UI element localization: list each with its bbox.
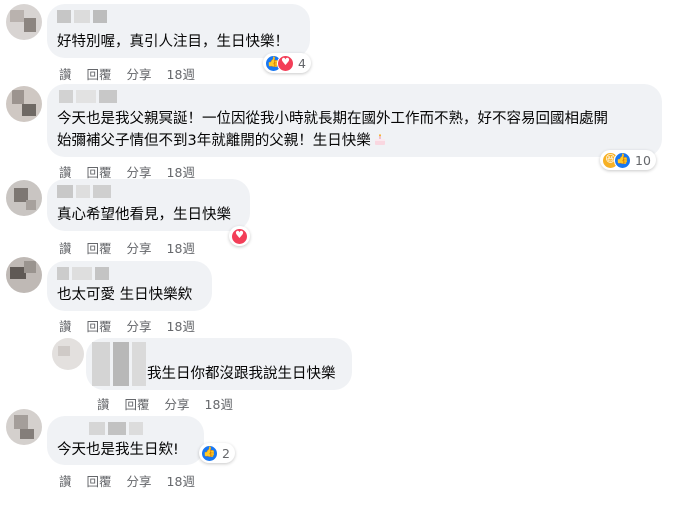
comment-bubble: 今天也是我生日欸! — [47, 416, 204, 465]
avatar-pixel — [20, 429, 34, 439]
like-button[interactable]: 讚 — [59, 238, 72, 257]
avatar[interactable] — [6, 409, 42, 445]
like-button[interactable]: 讚 — [97, 394, 110, 413]
comment-text-line: 始彌補父子情但不到3年就離開的父親！生日快樂 — [57, 133, 371, 149]
comment-text: 好特別喔，真引人注目，生日快樂！ — [57, 34, 289, 50]
reply-button[interactable]: 回覆 — [87, 471, 112, 490]
reply-button[interactable]: 回覆 — [87, 64, 112, 83]
heart-icon: ♥ — [277, 54, 294, 72]
comment-bubble: 真心希望他看見，生日快樂 — [47, 179, 250, 231]
blurred-author-name[interactable] — [92, 342, 148, 386]
blurred-author-name[interactable] — [57, 185, 121, 198]
comment-text: 今天也是我生日欸! — [57, 442, 179, 458]
timestamp[interactable]: 18週 — [205, 394, 233, 413]
reaction-count: 2 — [222, 445, 230, 461]
avatar[interactable] — [6, 180, 42, 216]
reaction-summary[interactable]: 😆 👍 10 — [600, 150, 656, 170]
comment-text: 我生日你都沒跟我說生日快樂 — [147, 366, 336, 382]
comment-actions: 讚 回覆 分享 18週 — [59, 316, 195, 335]
timestamp[interactable]: 18週 — [167, 471, 195, 490]
reply-button[interactable]: 回覆 — [87, 238, 112, 257]
reply-button[interactable]: 回覆 — [87, 316, 112, 335]
heart-icon: ♥ — [231, 227, 248, 245]
reaction-summary[interactable]: 👍 ♥ 4 — [263, 53, 311, 73]
reaction-count: 10 — [635, 152, 651, 168]
comment-text: 真心希望他看見，生日快樂 — [57, 207, 231, 223]
reply-bubble: 我生日你都沒跟我說生日快樂 — [86, 338, 352, 390]
comment-bubble: 今天也是我父親冥誕！一位因從我小時就長期在國外工作而不熟，好不容易回國相處開 始… — [47, 84, 662, 157]
avatar-pixel — [12, 90, 24, 104]
avatar-pixel — [24, 18, 36, 32]
avatar[interactable] — [6, 86, 42, 122]
comment-bubble: 也太可愛 生日快樂欸 — [47, 261, 212, 311]
reply-actions: 讚 回覆 分享 18週 — [97, 394, 233, 413]
like-button[interactable]: 讚 — [59, 471, 72, 490]
share-button[interactable]: 分享 — [127, 64, 152, 83]
share-button[interactable]: 分享 — [127, 316, 152, 335]
timestamp[interactable]: 18週 — [167, 238, 195, 257]
like-icon: 👍 — [201, 444, 218, 462]
avatar-pixel — [10, 10, 24, 22]
avatar-pixel — [26, 200, 36, 210]
avatar[interactable] — [6, 257, 42, 293]
avatar-pixel — [24, 261, 36, 273]
avatar-pixel — [58, 346, 70, 356]
avatar[interactable] — [6, 4, 42, 40]
comment-text: 也太可愛 生日快樂欸 — [57, 287, 193, 303]
reaction-summary[interactable]: ♥ — [229, 226, 250, 246]
comment-actions: 讚 回覆 分享 18週 — [59, 238, 195, 257]
avatar-pixel — [22, 104, 36, 116]
blurred-author-name[interactable] — [59, 90, 129, 103]
comment-actions: 讚 回覆 分享 18週 — [59, 64, 195, 83]
share-button[interactable]: 分享 — [127, 238, 152, 257]
timestamp[interactable]: 18週 — [167, 316, 195, 335]
reaction-count: 4 — [298, 55, 306, 71]
blurred-author-name[interactable] — [89, 422, 149, 435]
comment-bubble: 好特別喔，真引人注目，生日快樂！ — [47, 4, 310, 58]
like-button[interactable]: 讚 — [59, 64, 72, 83]
reaction-summary[interactable]: 👍 2 — [199, 443, 235, 463]
avatar-pixel — [14, 415, 28, 429]
comment-actions: 讚 回覆 分享 18週 — [59, 471, 195, 490]
like-icon: 👍 — [614, 151, 631, 169]
reply-button[interactable]: 回覆 — [125, 394, 150, 413]
comment-text: 始彌補父子情但不到3年就離開的父親！生日快樂 — [57, 130, 387, 152]
birthday-cake-icon — [374, 134, 385, 145]
timestamp[interactable]: 18週 — [167, 64, 195, 83]
like-button[interactable]: 讚 — [59, 316, 72, 335]
share-button[interactable]: 分享 — [127, 471, 152, 490]
share-button[interactable]: 分享 — [165, 394, 190, 413]
blurred-author-name[interactable] — [57, 267, 115, 280]
blurred-author-name[interactable] — [57, 10, 109, 23]
reply-avatar[interactable] — [52, 338, 84, 370]
comment-text: 今天也是我父親冥誕！一位因從我小時就長期在國外工作而不熟，好不容易回國相處開 — [57, 111, 608, 127]
